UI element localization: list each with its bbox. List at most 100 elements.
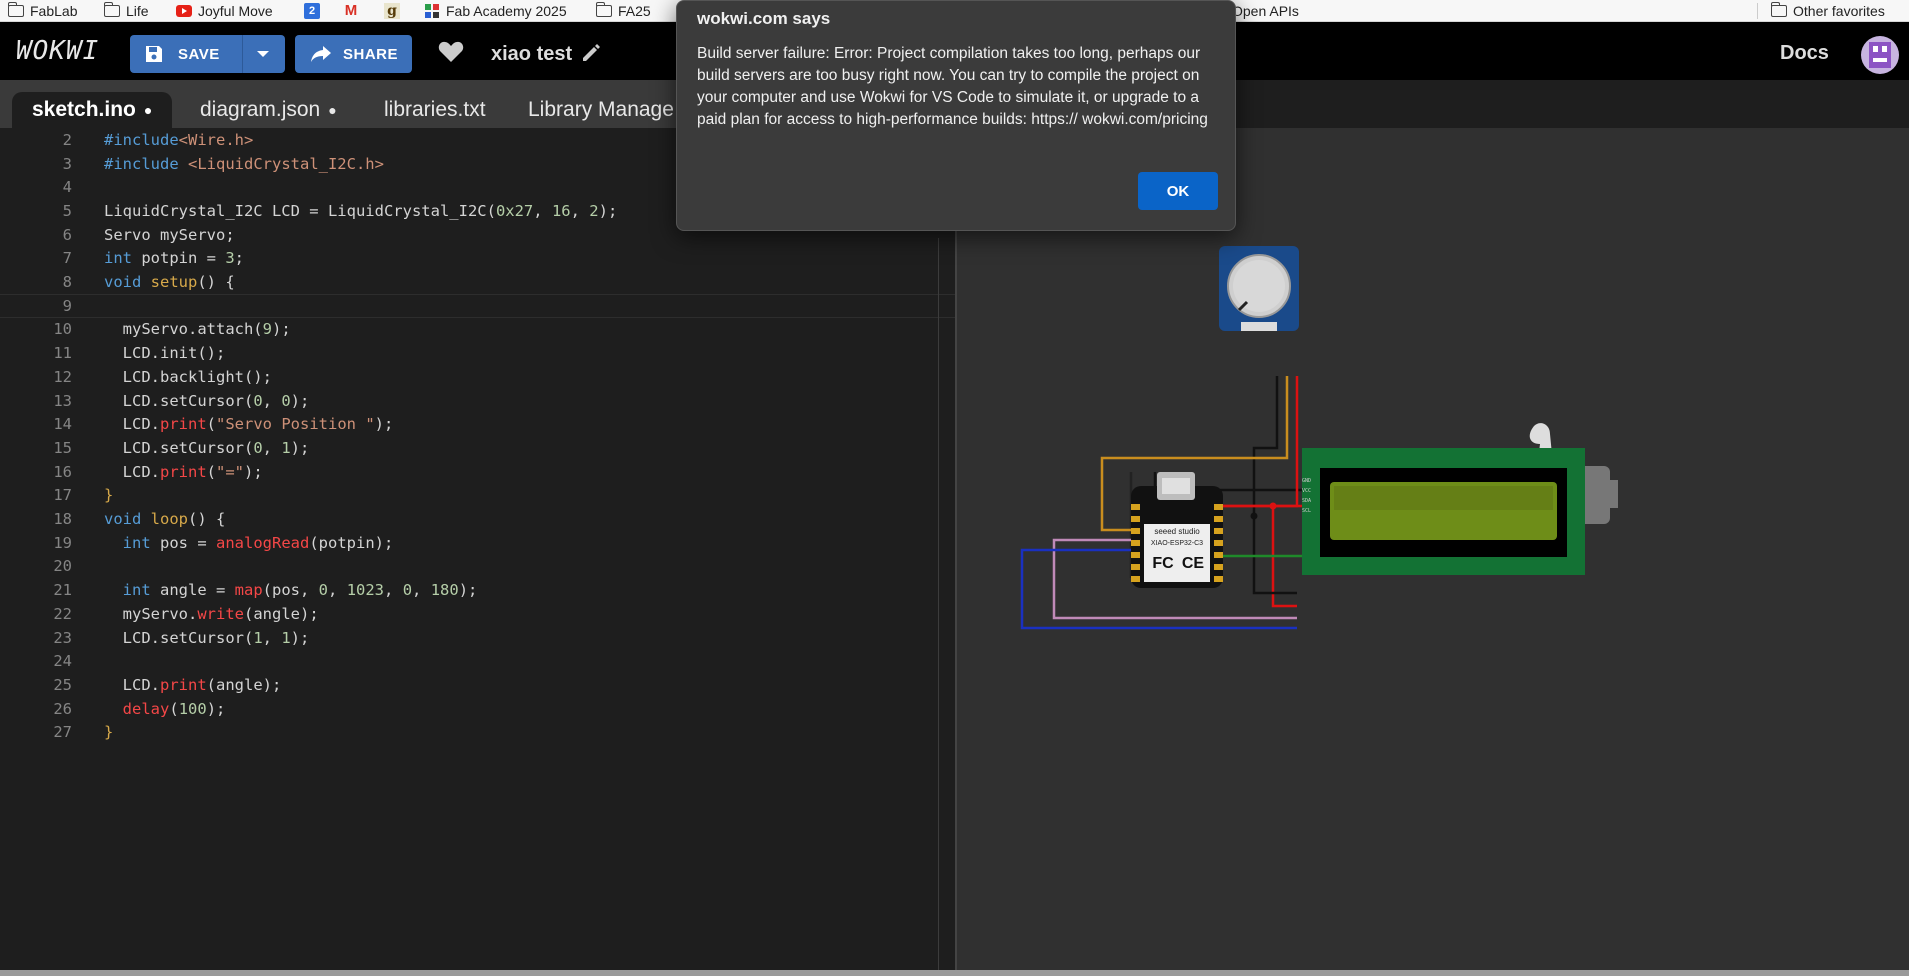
line-number: 12	[53, 367, 72, 386]
ok-button[interactable]: OK	[1138, 172, 1218, 210]
dialog-title: wokwi.com says	[697, 9, 831, 28]
project-name[interactable]: xiao test	[491, 43, 572, 66]
docs-link[interactable]: Docs	[1780, 42, 1829, 65]
code-line: LCD.print(angle);	[104, 675, 282, 694]
youtube-icon	[176, 4, 192, 17]
wire-junction	[1250, 512, 1258, 520]
wire-junction	[1269, 502, 1277, 510]
code-line: myServo.attach(9);	[104, 320, 291, 339]
code-line: myServo.write(angle);	[104, 604, 319, 623]
wire-orange	[1256, 376, 1289, 460]
dialog-message: Build server failure: Error: Project com…	[697, 45, 1208, 128]
code-line: Servo myServo;	[104, 225, 235, 244]
code-line: LCD.setCursor(0, 1);	[104, 438, 310, 457]
line-number: 9	[62, 296, 72, 315]
line-number: 18	[53, 510, 72, 529]
code-line: LCD.print("Servo Position ");	[104, 415, 394, 434]
lcd-pin-sda: SDA	[1302, 498, 1311, 504]
pencil-icon[interactable]	[580, 42, 602, 64]
line-number: 23	[53, 628, 72, 647]
line-number: 22	[53, 604, 72, 623]
heart-icon[interactable]	[438, 41, 464, 63]
share-button[interactable]: SHARE	[295, 35, 412, 73]
xiao-esp32-c3-board: seeed studio XIAO-ESP32-C3 FC CE	[1131, 472, 1223, 588]
line-number: 6	[62, 225, 72, 244]
line-number: 25	[53, 675, 72, 694]
line-number: 14	[53, 415, 72, 434]
code-line: LCD.print("=");	[104, 462, 263, 481]
line-number: 19	[53, 533, 72, 552]
save-dropdown-divider	[242, 35, 243, 73]
modified-indicator: ●	[143, 102, 153, 118]
code-line: LCD.setCursor(0, 0);	[104, 391, 310, 410]
editor-scrollbar[interactable]	[938, 238, 955, 970]
lcd-display: GND VCC SDA SCL	[1302, 448, 1585, 575]
line-number: 13	[53, 391, 72, 410]
board-brand-text: seeed studio	[1154, 527, 1200, 536]
folder-icon	[7, 1, 24, 17]
avatar[interactable]	[1861, 36, 1899, 74]
bookmarks-divider	[1757, 3, 1758, 19]
lcd-pin-gnd: GND	[1302, 478, 1311, 484]
code-line: LiquidCrystal_I2C LCD = LiquidCrystal_I2…	[104, 201, 618, 220]
goodreads-icon: g	[384, 2, 400, 19]
gmail-icon: M	[344, 2, 358, 19]
line-number: 4	[62, 178, 72, 197]
folder-icon	[1770, 1, 1787, 17]
code-line: int potpin = 3;	[104, 249, 245, 268]
bookmark-calendar[interactable]: 2	[304, 0, 326, 22]
code-line: LCD.setCursor(1, 1);	[104, 628, 310, 647]
share-icon	[309, 44, 333, 64]
code-line: delay(100);	[122, 699, 226, 718]
calendar-icon: 2	[304, 2, 320, 19]
code-line: LCD.backlight();	[104, 367, 272, 386]
tab-sketch-ino[interactable]: sketch.ino ●	[12, 92, 173, 128]
bookmark-fa25[interactable]: FA25	[595, 0, 651, 22]
fab-academy-icon	[424, 3, 440, 19]
wokwi-logo[interactable]: WOKWI	[16, 36, 99, 66]
code-line: void loop() {	[104, 510, 226, 529]
window-bottom-edge	[0, 970, 1909, 976]
bookmark-gmail[interactable]: M	[343, 0, 365, 22]
bookmark-fablab[interactable]: FabLab	[7, 0, 77, 22]
lcd-pin-scl: SCL	[1302, 508, 1311, 514]
chevron-down-icon[interactable]	[254, 47, 272, 61]
bookmark-fab-academy[interactable]: Fab Academy 2025	[424, 0, 567, 22]
code-line: void setup() {	[104, 273, 235, 292]
code-line: int angle = map(pos, 0, 1023, 0, 180);	[122, 581, 478, 600]
tab-diagram-json[interactable]: diagram.json ●	[180, 92, 357, 128]
tab-library-manager[interactable]: Library Manage	[508, 92, 694, 128]
current-line: 9	[0, 293, 955, 318]
code-editor[interactable]: 2 #include<Wire.h> 3 #include <LiquidCryst…	[0, 128, 955, 970]
code-line: }	[104, 486, 114, 505]
bookmark-joyful-move[interactable]: Joyful Move	[176, 0, 273, 22]
code-line: #include <LiquidCrystal_I2C.h>	[104, 154, 384, 173]
bookmark-other-favorites[interactable]: Other favorites	[1770, 0, 1885, 22]
bookmark-open-apis[interactable]: Open APIs	[1232, 0, 1299, 22]
save-button[interactable]: SAVE	[130, 35, 285, 73]
alert-dialog: wokwi.com says Build server failure: Err…	[676, 0, 1236, 231]
lcd-pin-vcc: VCC	[1302, 488, 1311, 494]
bookmark-life[interactable]: Life	[103, 0, 149, 22]
tab-libraries-txt[interactable]: libraries.txt	[364, 92, 506, 128]
code-line: LCD.init();	[104, 344, 226, 363]
line-number: 7	[62, 249, 72, 268]
code-line: #include<Wire.h>	[104, 130, 254, 149]
line-number: 24	[53, 652, 72, 671]
line-number: 10	[53, 320, 72, 339]
fc-mark: FC	[1152, 555, 1174, 572]
save-icon	[144, 44, 164, 64]
line-number: 3	[62, 154, 72, 173]
line-number: 2	[62, 130, 72, 149]
line-number: 16	[53, 462, 72, 481]
ce-mark: CE	[1182, 555, 1205, 572]
line-number: 21	[53, 581, 72, 600]
folder-icon	[595, 1, 612, 17]
line-number: 17	[53, 486, 72, 505]
line-number: 27	[53, 723, 72, 742]
code-line: int pos = analogRead(potpin);	[122, 533, 394, 552]
bookmark-goodreads[interactable]: g	[384, 0, 406, 22]
line-number: 8	[62, 273, 72, 292]
simulation-canvas[interactable]: seeed studio XIAO-ESP32-C3 FC CE GND VCC…	[955, 128, 1909, 970]
line-number: 5	[62, 201, 72, 220]
